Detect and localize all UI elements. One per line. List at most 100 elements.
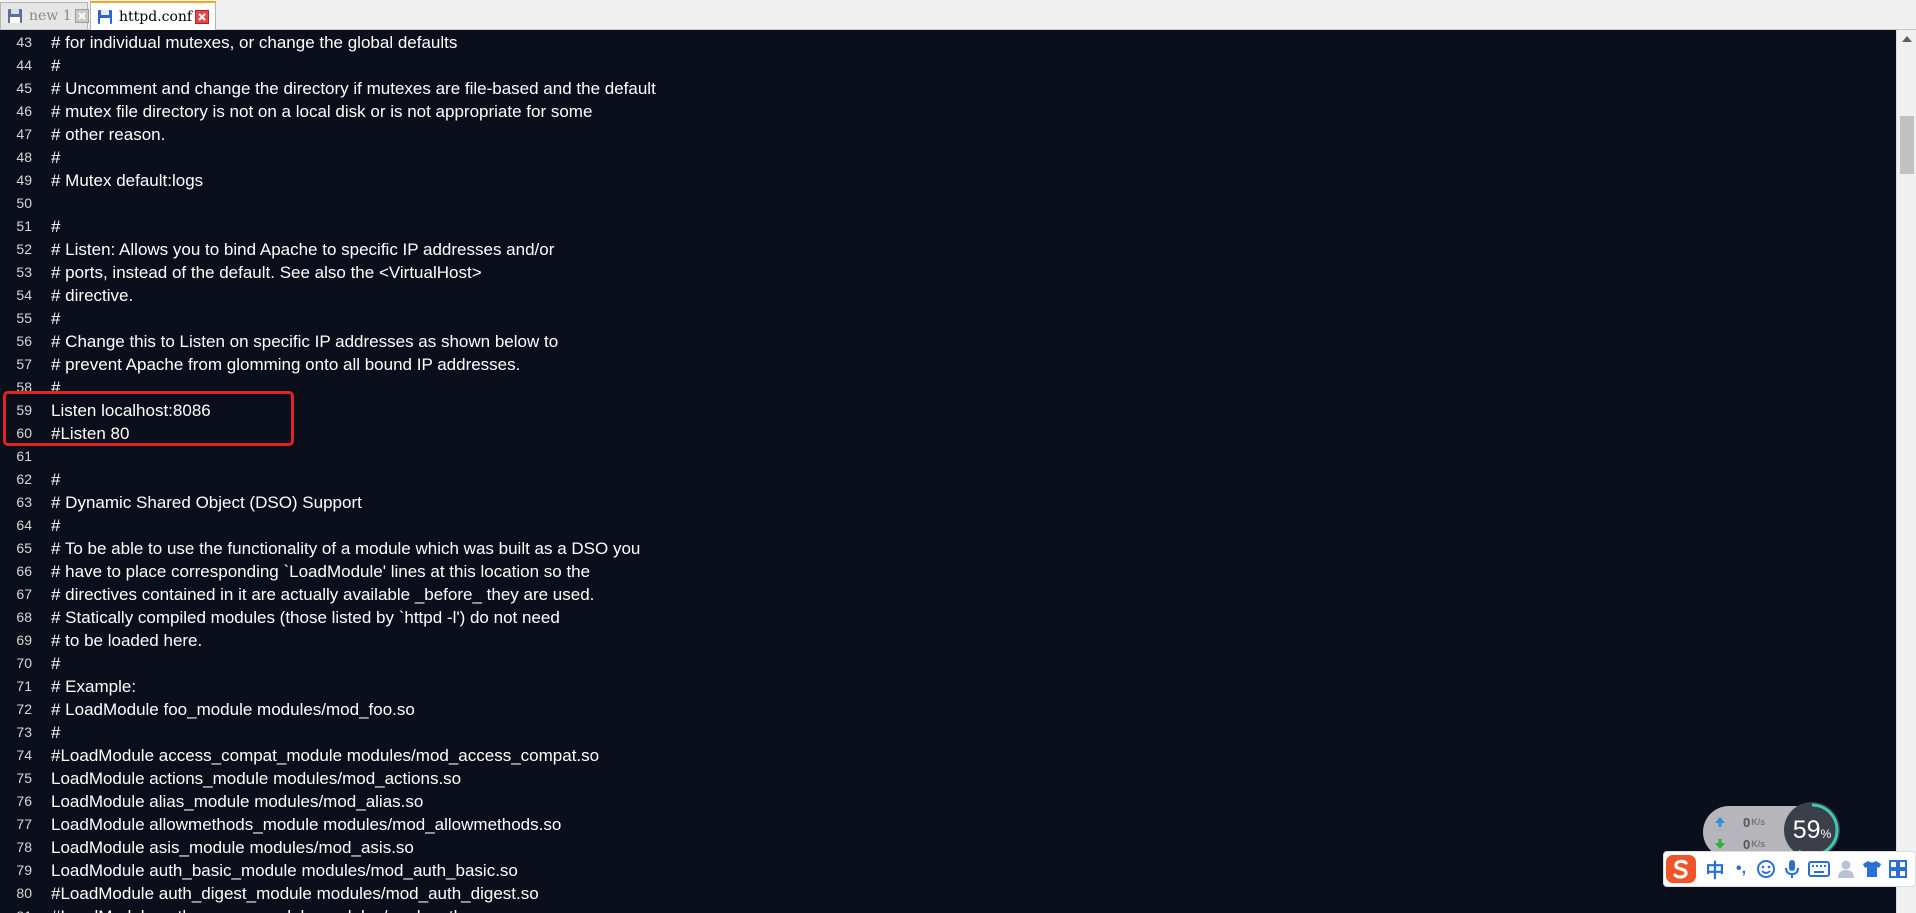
line-text[interactable]: #	[51, 146, 60, 169]
line-text[interactable]: #	[51, 54, 60, 77]
ime-mode-toggle[interactable]: 中	[1702, 856, 1728, 882]
line-text[interactable]: #	[51, 514, 60, 537]
line-text[interactable]: # Dynamic Shared Object (DSO) Support	[51, 491, 362, 514]
code-line[interactable]: 73 #	[0, 721, 1896, 744]
line-text[interactable]: #	[51, 721, 60, 744]
line-number: 51	[16, 218, 32, 234]
code-line[interactable]: 47 # other reason.	[0, 123, 1896, 146]
toolbox-grid-icon[interactable]	[1886, 856, 1910, 882]
code-line[interactable]: 72 # LoadModule foo_module modules/mod_fo…	[0, 698, 1896, 721]
code-line[interactable]: 80 #LoadModule auth_digest_module modules…	[0, 882, 1896, 905]
line-text[interactable]: LoadModule actions_module modules/mod_ac…	[51, 767, 461, 790]
code-line[interactable]: 54 # directive.	[0, 284, 1896, 307]
close-icon[interactable]	[195, 9, 210, 24]
vertical-scrollbar[interactable]	[1896, 30, 1916, 913]
line-text[interactable]: #	[51, 307, 60, 330]
code-line[interactable]: 51 #	[0, 215, 1896, 238]
code-line[interactable]: 76 LoadModule alias_module modules/mod_al…	[0, 790, 1896, 813]
save-icon	[8, 9, 22, 23]
line-text[interactable]: LoadModule allowmethods_module modules/m…	[51, 813, 561, 836]
line-text[interactable]: # other reason.	[51, 123, 165, 146]
ime-punctuation-toggle[interactable]: •,	[1730, 856, 1752, 882]
code-line[interactable]: 75 LoadModule actions_module modules/mod_…	[0, 767, 1896, 790]
code-line[interactable]: 49 # Mutex default:logs	[0, 169, 1896, 192]
line-text[interactable]: # Example:	[51, 675, 136, 698]
line-text[interactable]: # mutex file directory is not on a local…	[51, 100, 592, 123]
line-text[interactable]: # for individual mutexes, or change the …	[51, 31, 457, 54]
tab-new-1[interactable]: new 1	[0, 2, 89, 29]
line-text[interactable]: # to be loaded here.	[51, 629, 202, 652]
line-text[interactable]: # Listen: Allows you to bind Apache to s…	[51, 238, 554, 261]
line-text[interactable]: # ports, instead of the default. See als…	[51, 261, 482, 284]
line-text[interactable]: #LoadModule access_compat_module modules…	[51, 744, 599, 767]
line-text[interactable]: # Mutex default:logs	[51, 169, 203, 192]
code-line[interactable]: 64 #	[0, 514, 1896, 537]
code-line[interactable]: 77 LoadModule allowmethods_module modules…	[0, 813, 1896, 836]
tab-httpd-conf[interactable]: httpd.conf	[90, 1, 216, 30]
line-number: 47	[16, 126, 32, 142]
line-number: 69	[16, 632, 32, 648]
emoji-icon[interactable]	[1754, 856, 1778, 882]
line-text[interactable]: # Change this to Listen on specific IP a…	[51, 330, 558, 353]
code-line[interactable]: 71 # Example:	[0, 675, 1896, 698]
scroll-up-arrow-icon[interactable]	[1897, 30, 1916, 47]
line-number: 61	[16, 448, 32, 464]
line-text[interactable]: # have to place corresponding `LoadModul…	[51, 560, 590, 583]
code-line[interactable]: 57 # prevent Apache from glomming onto al…	[0, 353, 1896, 376]
code-line[interactable]: 79 LoadModule auth_basic_module modules/m…	[0, 859, 1896, 882]
line-text[interactable]: # LoadModule foo_module modules/mod_foo.…	[51, 698, 415, 721]
line-text[interactable]: #LoadModule auth_digest_module modules/m…	[51, 882, 539, 905]
code-line[interactable]: 68 # Statically compiled modules (those l…	[0, 606, 1896, 629]
line-number: 50	[16, 195, 32, 211]
line-text[interactable]: #	[51, 215, 60, 238]
code-line[interactable]: 52 # Listen: Allows you to bind Apache to…	[0, 238, 1896, 261]
line-text[interactable]: #	[51, 652, 60, 675]
code-line[interactable]: 55 #	[0, 307, 1896, 330]
keyboard-icon[interactable]	[1806, 856, 1832, 882]
code-line[interactable]: 56 # Change this to Listen on specific IP…	[0, 330, 1896, 353]
ime-toolbar[interactable]: 中 •,	[1663, 851, 1916, 887]
code-line[interactable]: 46 # mutex file directory is not on a loc…	[0, 100, 1896, 123]
code-line[interactable]: 74 #LoadModule access_compat_module modul…	[0, 744, 1896, 767]
line-text[interactable]: # directives contained in it are actuall…	[51, 583, 594, 606]
close-icon[interactable]	[74, 9, 89, 23]
line-text[interactable]: # prevent Apache from glomming onto all …	[51, 353, 520, 376]
line-text[interactable]: LoadModule asis_module modules/mod_asis.…	[51, 836, 414, 859]
scrollbar-thumb[interactable]	[1900, 116, 1914, 174]
line-text[interactable]: LoadModule auth_basic_module modules/mod…	[51, 859, 518, 882]
code-line[interactable]: 43 # for individual mutexes, or change th…	[0, 31, 1896, 54]
line-text[interactable]: LoadModule alias_module modules/mod_alia…	[51, 790, 423, 813]
line-text[interactable]: # To be able to use the functionality of…	[51, 537, 640, 560]
code-line[interactable]: 63 # Dynamic Shared Object (DSO) Support	[0, 491, 1896, 514]
line-number: 77	[16, 816, 32, 832]
line-text[interactable]: # Uncomment and change the directory if …	[51, 77, 656, 100]
line-number: 49	[16, 172, 32, 188]
code-line[interactable]: 69 # to be loaded here.	[0, 629, 1896, 652]
code-line[interactable]: 66 # have to place corresponding `LoadMod…	[0, 560, 1896, 583]
line-text[interactable]: #	[51, 468, 60, 491]
skin-shirt-icon[interactable]	[1860, 856, 1884, 882]
code-line[interactable]: 45 # Uncomment and change the directory i…	[0, 77, 1896, 100]
code-line[interactable]: 81 #LoadModule authn_anon_module modules/…	[0, 905, 1896, 913]
code-line[interactable]: 65 # To be able to use the functionality …	[0, 537, 1896, 560]
code-line[interactable]: 50	[0, 192, 1896, 215]
code-line[interactable]: 44 #	[0, 54, 1896, 77]
code-line[interactable]: 67 # directives contained in it are actua…	[0, 583, 1896, 606]
download-value: 0	[1743, 836, 1751, 852]
microphone-icon[interactable]	[1780, 856, 1804, 882]
code-line[interactable]: 61	[0, 445, 1896, 468]
code-editor[interactable]: 43 # for individual mutexes, or change th…	[0, 30, 1896, 913]
line-text[interactable]: # directive.	[51, 284, 133, 307]
user-icon[interactable]	[1834, 856, 1858, 882]
line-text[interactable]: # Statically compiled modules (those lis…	[51, 606, 560, 629]
code-line[interactable]: 62 #	[0, 468, 1896, 491]
line-number: 73	[16, 724, 32, 740]
code-line[interactable]: 70 #	[0, 652, 1896, 675]
sogou-logo-icon[interactable]	[1665, 854, 1697, 884]
code-line[interactable]: 78 LoadModule asis_module modules/mod_asi…	[0, 836, 1896, 859]
code-line[interactable]: 48 #	[0, 146, 1896, 169]
code-line[interactable]: 53 # ports, instead of the default. See a…	[0, 261, 1896, 284]
line-number: 67	[16, 586, 32, 602]
line-text[interactable]: #LoadModule authn_anon_module modules/mo…	[51, 905, 543, 913]
line-number: 66	[16, 563, 32, 579]
